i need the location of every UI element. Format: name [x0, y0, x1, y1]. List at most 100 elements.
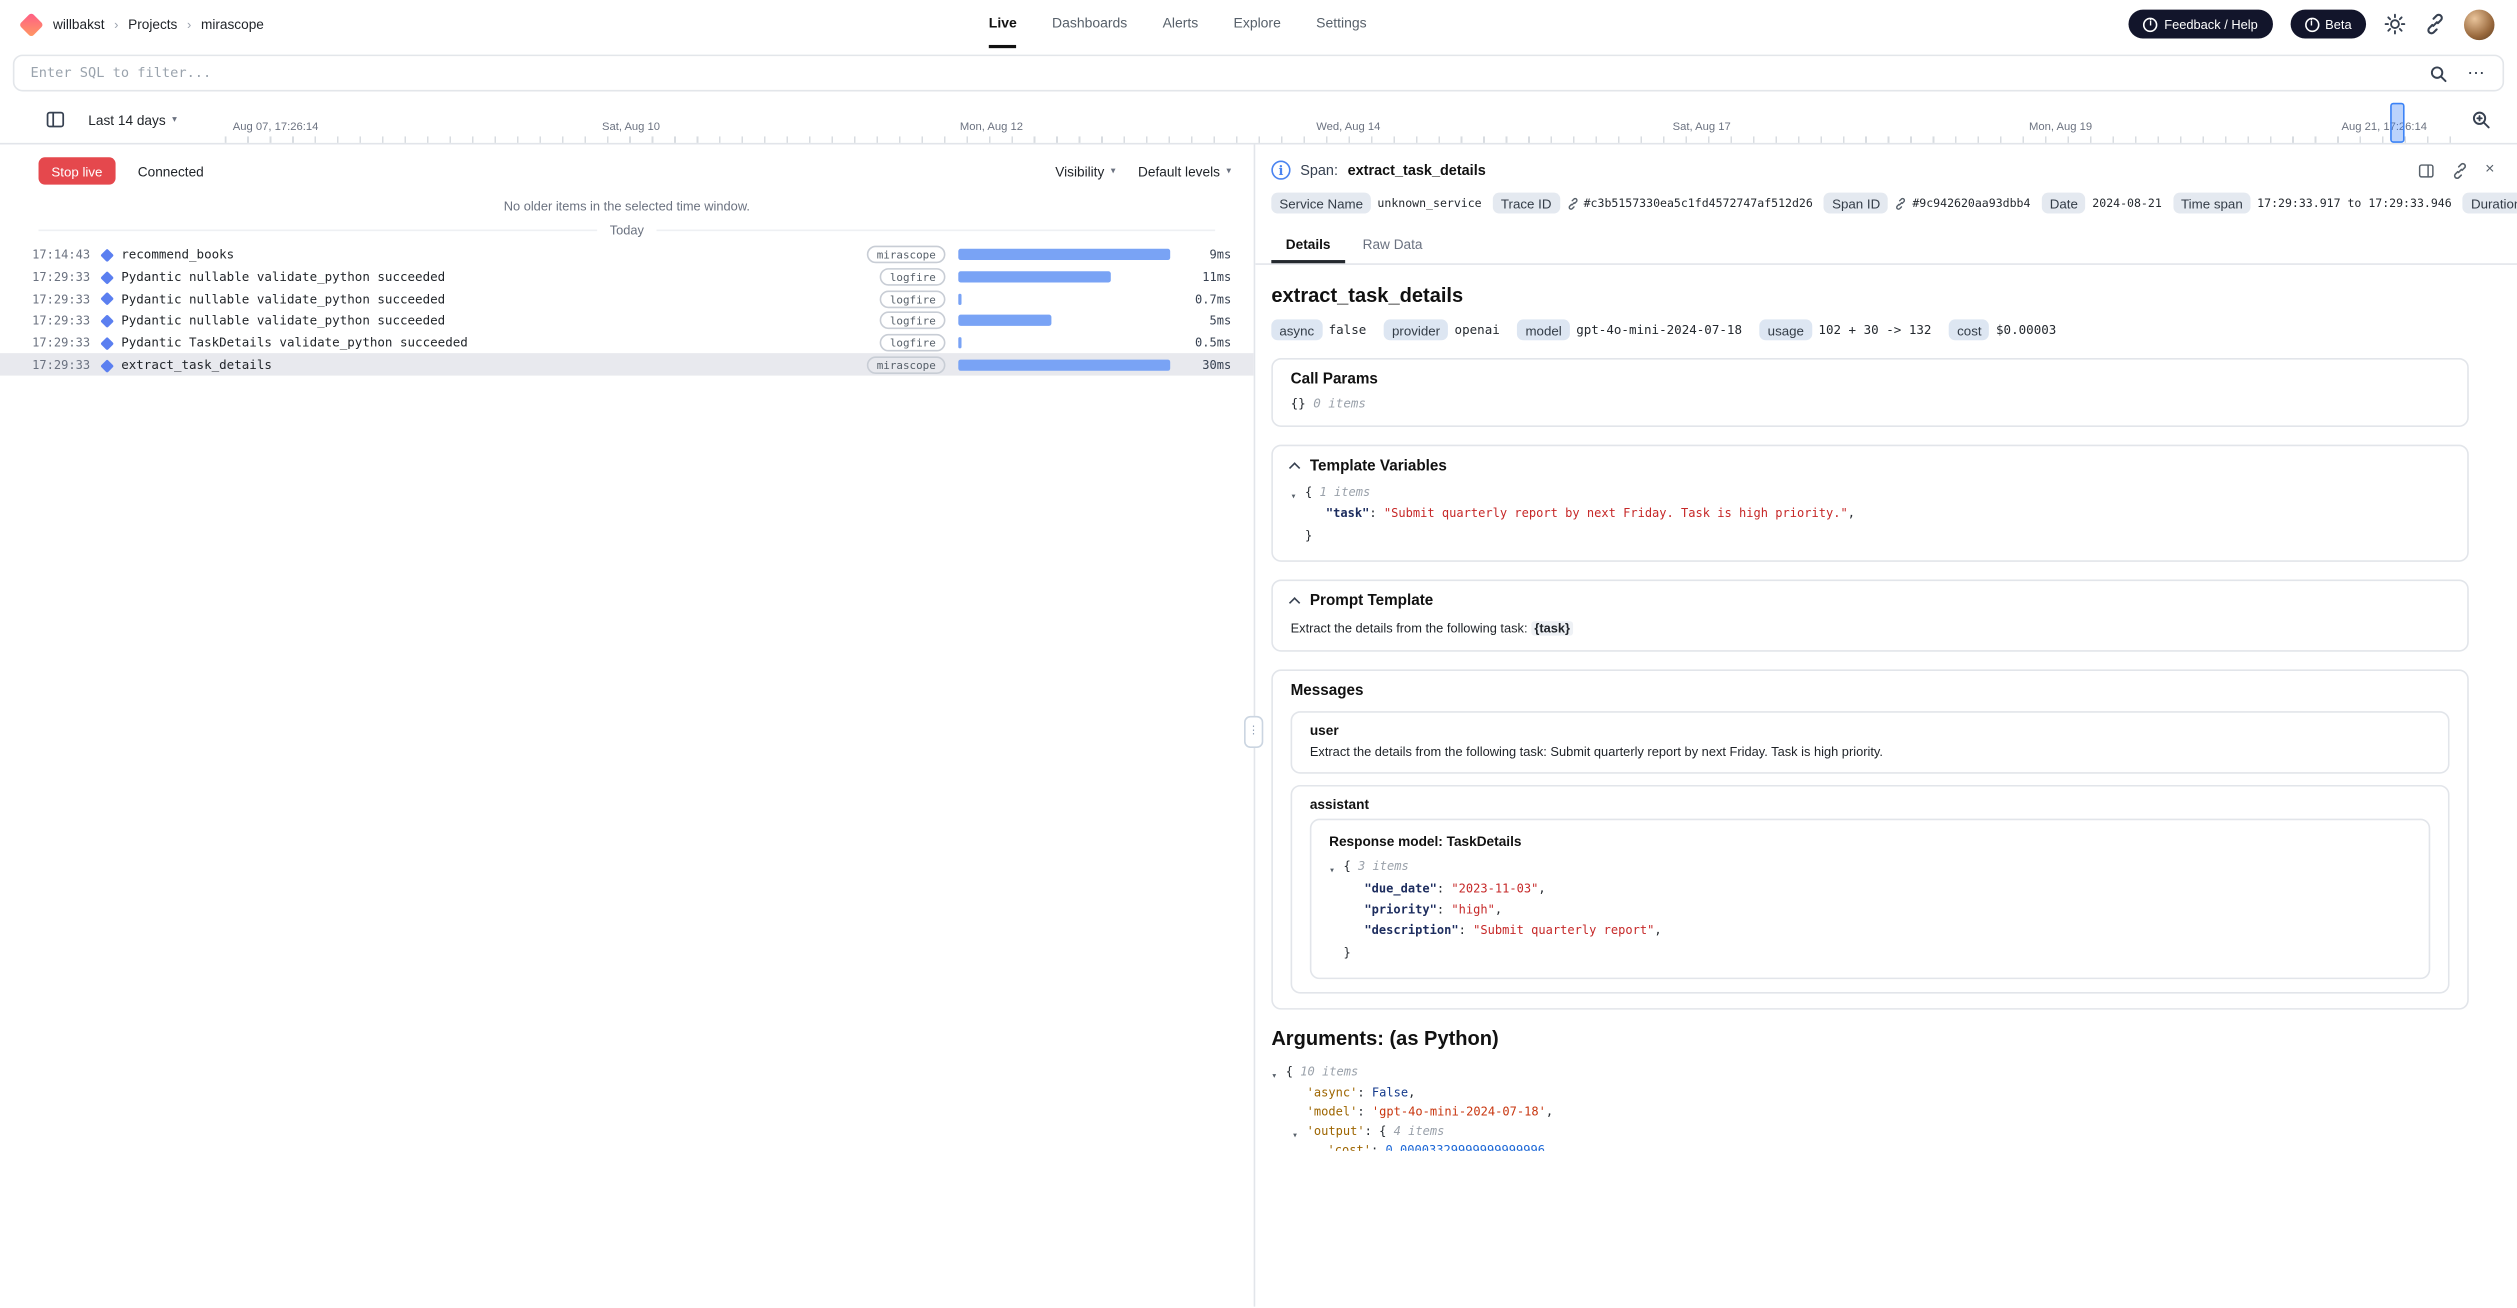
nav-alerts[interactable]: Alerts: [1163, 0, 1199, 48]
span-detail-header: i Span: extract_task_details: [1255, 144, 2517, 191]
copy-link-icon[interactable]: [2451, 161, 2469, 179]
chevron-down-icon: ▾: [1111, 165, 1116, 176]
trace-time: 17:29:33: [32, 292, 99, 306]
nav-settings[interactable]: Settings: [1316, 0, 1366, 48]
link-icon[interactable]: [1895, 197, 1908, 210]
code-token: 'cost': [1328, 1144, 1371, 1151]
code-line: "due_date": "2023-11-03",: [1329, 877, 2411, 899]
breadcrumb-projects[interactable]: Projects: [128, 16, 177, 32]
beta-button[interactable]: i Beta: [2290, 10, 2366, 39]
default-levels-label: Default levels: [1138, 163, 1220, 179]
duration-label: 30ms: [1173, 358, 1231, 372]
theme-toggle-icon[interactable]: [2384, 13, 2406, 35]
nav-explore[interactable]: Explore: [1234, 0, 1281, 48]
nav-dashboards[interactable]: Dashboards: [1052, 0, 1127, 48]
sql-filter-input[interactable]: [30, 65, 2409, 81]
link-icon[interactable]: [1566, 197, 1579, 210]
duration-label: 0.5ms: [1173, 336, 1231, 350]
detail-tabs: Details Raw Data: [1255, 228, 2517, 265]
attribute-label: cost: [1949, 319, 1989, 340]
timeline-tick: Aug 07, 17:26:14: [233, 122, 319, 133]
span-name: Pydantic nullable validate_python succee…: [121, 314, 445, 328]
code-token: False: [1372, 1084, 1408, 1098]
more-options-icon[interactable]: ⋯: [2467, 65, 2486, 81]
visibility-label: Visibility: [1055, 163, 1104, 179]
breadcrumb: willbakst › Projects › mirascope: [53, 16, 264, 32]
top-bar: willbakst › Projects › mirascope Live Das…: [0, 0, 2517, 48]
trace-row[interactable]: 17:29:33 Pydantic nullable validate_pyth…: [0, 266, 1254, 288]
resize-handle[interactable]: ⋮: [1244, 716, 1263, 748]
code-line: 'cost': 0.00003329999999999996,: [1271, 1142, 2468, 1151]
day-divider-label: Today: [610, 223, 644, 237]
code-token: :: [1437, 881, 1451, 895]
meta-label: Time span: [2173, 193, 2251, 214]
feedback-button[interactable]: i Feedback / Help: [2129, 10, 2272, 39]
code-line: ▾{ 3 items: [1329, 856, 2411, 878]
breadcrumb-project-name[interactable]: mirascope: [201, 16, 264, 32]
code-token: "Submit quarterly report by next Friday.…: [1384, 506, 1848, 520]
duration-bar-cell: [958, 293, 1173, 304]
tab-raw-data[interactable]: Raw Data: [1348, 228, 1437, 263]
prompt-variable: {task}: [1531, 622, 1573, 636]
attribute-value: gpt-4o-mini-2024-07-18: [1576, 323, 1742, 337]
attribute-badge: usage 102 + 30 -> 132: [1760, 319, 1932, 340]
code-token: }: [1344, 945, 1351, 959]
time-range-dropdown[interactable]: Last 14 days ▾: [88, 112, 177, 128]
attribute-value: openai: [1455, 323, 1500, 337]
code-token: "Submit quarterly report": [1473, 924, 1654, 938]
meta-badge: Trace ID #c3b5157330ea5c1fd4572747af512d…: [1493, 193, 1813, 214]
call-params-empty: {}: [1291, 396, 1306, 410]
brand: willbakst › Projects › mirascope: [22, 15, 263, 33]
sidebar-toggle-icon[interactable]: [45, 109, 66, 130]
meta-value[interactable]: #c3b5157330ea5c1fd4572747af512d26: [1566, 196, 1813, 210]
stop-live-button[interactable]: Stop live: [39, 157, 116, 184]
meta-value[interactable]: #9c942620aa93dbb4: [1895, 196, 2031, 210]
code-token: :: [1357, 1104, 1371, 1118]
default-levels-dropdown[interactable]: Default levels ▾: [1138, 163, 1231, 179]
tab-details[interactable]: Details: [1271, 228, 1345, 263]
code-token: 3 items: [1358, 859, 1409, 873]
trace-row[interactable]: 17:29:33 Pydantic nullable validate_pyth…: [0, 310, 1254, 332]
trace-row[interactable]: 17:29:33 Pydantic TaskDetails validate_p…: [0, 332, 1254, 354]
trace-row[interactable]: 17:29:33 Pydantic nullable validate_pyth…: [0, 288, 1254, 310]
duration-bar-cell: [958, 271, 1173, 282]
meta-badge: Span ID #9c942620aa93dbb4: [1824, 193, 2030, 214]
search-icon[interactable]: [2429, 63, 2448, 82]
user-avatar[interactable]: [2464, 9, 2494, 39]
open-panel-icon[interactable]: [2418, 161, 2436, 179]
breadcrumb-org[interactable]: willbakst: [53, 16, 105, 32]
timeline-tick: Aug 21, 17:26:14: [2341, 122, 2427, 133]
code-token: : {: [1365, 1124, 1394, 1138]
duration-bar: [958, 293, 961, 304]
span-kind-icon: [101, 315, 113, 327]
timeline-controls: Last 14 days ▾: [45, 109, 177, 130]
beta-label: Beta: [2325, 17, 2351, 31]
visibility-dropdown[interactable]: Visibility ▾: [1055, 163, 1115, 179]
trace-row[interactable]: 17:29:33 extract_task_details mirascope …: [0, 354, 1254, 376]
meta-badge: Service Name unknown_service: [1271, 193, 1481, 214]
messages-card: Messages user Extract the details from t…: [1271, 670, 2468, 1010]
code-line: 'model': 'gpt-4o-mini-2024-07-18',: [1271, 1103, 2468, 1123]
collapse-icon[interactable]: [1289, 597, 1300, 608]
span-kind-icon: [101, 249, 113, 261]
template-variables-card: Template Variables ▾{ 1 items"task": "Su…: [1271, 445, 2468, 563]
trace-row[interactable]: 17:14:43 recommend_books mirascope 9ms: [0, 244, 1254, 266]
share-link-icon[interactable]: [2424, 13, 2446, 35]
timeline-selection-marker[interactable]: [2390, 103, 2404, 143]
timeline[interactable]: Last 14 days ▾ Aug 07, 17:26:14Sat, Aug …: [0, 100, 2517, 145]
code-token: 0.00003329999999999996: [1385, 1144, 1544, 1151]
timeline-tick: Wed, Aug 14: [1316, 122, 1380, 133]
code-line: ▾{ 1 items: [1291, 482, 2450, 504]
trace-list-panel: Stop live Connected Visibility ▾ Default…: [0, 144, 1254, 1306]
zoom-in-icon[interactable]: [2470, 109, 2491, 130]
prompt-template-text: Extract the details from the following t…: [1291, 622, 2450, 636]
close-icon[interactable]: ×: [2485, 162, 2494, 178]
call-params-content: {} 0 items: [1291, 396, 2450, 410]
logo-icon[interactable]: [19, 12, 44, 37]
code-token: "description": [1364, 924, 1458, 938]
collapse-icon[interactable]: [1289, 462, 1300, 473]
code-token: 4 items: [1394, 1124, 1445, 1138]
span-attributes: async false provider openai model gpt-4o…: [1271, 319, 2468, 340]
nav-live[interactable]: Live: [989, 0, 1017, 48]
code-token: "task": [1326, 506, 1369, 520]
